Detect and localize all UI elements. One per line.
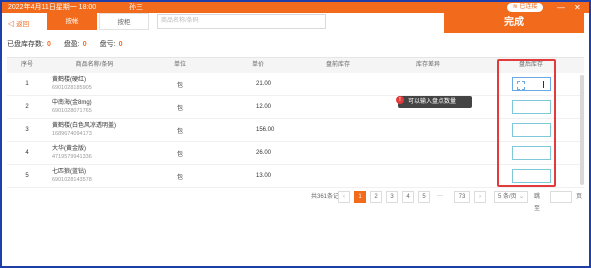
row-index: 4 [25,150,29,156]
stat-loss: 盘亏: 0 [99,41,123,48]
user-label: 孙三 [129,4,143,11]
product-name: 黄鹤楼(白色风凉透明盖) [52,123,116,129]
stock-after-input[interactable] [511,146,551,160]
page-button[interactable]: 5 [418,191,430,203]
row-unit: 包 [176,105,183,112]
product-barcode: 6901028185905 [52,85,92,91]
page-button[interactable]: 2 [370,191,382,203]
header-unit: 单位 [173,62,186,68]
page-button[interactable]: 1 [354,191,366,203]
table-row: 1 黄鹤楼(硬红) 6901028185905 包 21.00 [7,73,584,96]
stat-counted: 已盘库存数: 0 [7,41,51,48]
row-product: 中南海(金8mg) 6901028071765 [47,99,142,115]
table-header: 序号 商品名称/条码 单位 单价 盘前库存 库存差异 盘后库存 [7,58,584,73]
wifi-icon: ≋ [512,4,518,10]
row-index: 1 [25,81,29,87]
row-stock-after-cell [478,169,584,183]
stat-surplus: 盘盈: 0 [63,41,87,48]
row-price: 26.00 [256,150,272,156]
input-tooltip: 可以输入盘点数量 [398,96,472,108]
done-button[interactable]: 完成 [444,13,584,33]
stock-after-input[interactable] [511,77,551,91]
row-product: 大华(黄金版) 4719579941336 [47,145,142,161]
row-product: 七匹狼(蓝钻) 6901028143578 [47,168,142,184]
datetime-label: 2022年4月11日星期一 18:00 [8,4,97,11]
row-unit: 包 [176,174,183,181]
tab-by-ledger[interactable]: 按帐 [47,13,97,30]
row-stock-after-cell [478,146,584,160]
page-size-select[interactable]: 5 条/页 ⌄ [494,191,528,203]
product-name: 七匹狼(蓝钻) [52,169,86,175]
scrollbar-thumb[interactable] [580,75,584,185]
page-size-label: 5 条/页 [498,194,517,200]
row-stock-after-cell [478,123,584,137]
tab-by-cabinet[interactable]: 按柜 [99,13,149,30]
back-label: 返回 [16,21,30,28]
page-ellipsis[interactable]: ··· [434,191,446,203]
inventory-table: 序号 商品名称/条码 单位 单价 盘前库存 库存差异 盘后库存 1 黄鹤楼(硬红… [7,57,584,188]
tooltip-text: 可以输入盘点数量 [408,99,457,105]
search-input[interactable]: 商品名称/条码 [157,14,326,29]
product-barcode: 6901028071765 [52,108,92,114]
stock-after-input[interactable] [511,123,551,137]
goto-label: 跳至 [534,194,541,212]
row-product: 黄鹤楼(白色风凉透明盖) 1689674094173 [47,122,142,138]
close-button[interactable]: ✕ [574,2,581,13]
title-bar: 2022年4月11日星期一 18:00 孙三 ≋ 已连接 — ✕ [2,2,589,13]
header-price: 单价 [251,62,264,68]
row-unit: 包 [176,128,183,135]
product-name: 黄鹤楼(硬红) [52,77,86,83]
table-scrollbar[interactable] [580,75,584,185]
header-stock-before: 盘前库存 [325,62,350,68]
next-page-button[interactable]: › [474,191,486,203]
row-price: 12.00 [256,104,272,110]
chevron-down-icon: ⌄ [518,194,524,200]
table-row: 4 大华(黄金版) 4719579941336 包 26.00 [7,142,584,165]
stats-bar: 已盘库存数: 0 盘盈: 0 盘亏: 0 [7,39,133,49]
goto-page-input[interactable] [550,191,572,203]
row-unit: 包 [176,82,183,89]
header-stock-diff: 库存差异 [415,62,440,68]
page-button[interactable]: 3 [386,191,398,203]
row-price: 156.00 [256,127,275,133]
minimize-button[interactable]: — [557,2,565,13]
goto-suffix: 页 [576,194,583,200]
product-barcode: 4719579941336 [52,154,92,160]
table-row: 5 七匹狼(蓝钻) 6901028143578 包 13.00 [7,165,584,188]
header-index: 序号 [20,62,33,68]
page-button[interactable]: 4 [402,191,414,203]
row-index: 3 [25,127,29,133]
table-row: 3 黄鹤楼(白色风凉透明盖) 1689674094173 包 156.00 [7,119,584,142]
row-stock-after-cell [478,100,584,114]
wifi-status-label: 已连接 [519,4,538,10]
header-name: 商品名称/条码 [75,62,114,68]
header-stock-after: 盘后库存 [518,62,543,68]
prev-page-button[interactable]: ‹ [338,191,350,203]
back-button[interactable]: ◁ 返回 [8,18,29,29]
product-name: 中南海(金8mg) [52,100,92,106]
table-row: 2 中南海(金8mg) 6901028071765 包 12.00 [7,96,584,119]
product-barcode: 6901028143578 [52,177,92,183]
row-index: 5 [25,173,29,179]
row-price: 13.00 [256,173,272,179]
row-unit: 包 [176,151,183,158]
row-index: 2 [25,104,29,110]
row-price: 21.00 [256,81,272,87]
product-name: 大华(黄金版) [52,146,86,152]
page-button[interactable]: 73 [454,191,470,203]
stock-after-input[interactable] [511,169,551,183]
row-stock-after-cell [478,77,584,91]
product-barcode: 1689674094173 [52,131,92,137]
stock-after-input[interactable] [511,100,551,114]
toolbar: ◁ 返回 按帐 按柜 商品名称/条码 完成 [2,13,589,34]
wifi-status-badge: ≋ 已连接 [507,3,543,12]
row-product: 黄鹤楼(硬红) 6901028185905 [47,76,142,92]
alert-icon: ! [396,96,404,104]
back-arrow-icon: ◁ [8,19,15,28]
